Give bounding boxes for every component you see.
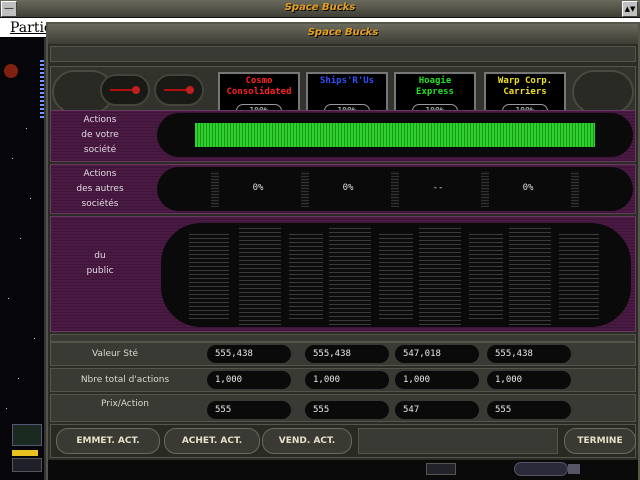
row-label: Prix/Action (100, 399, 149, 409)
button-spacer (358, 428, 558, 454)
planet-icon (4, 64, 18, 78)
buy-shares-button[interactable]: ACHET. ACT. (164, 428, 260, 454)
public-column (419, 225, 461, 325)
own-shares-track (157, 113, 633, 157)
slot-divider (211, 171, 219, 207)
company-name-line1: Cosmo (245, 76, 273, 86)
public-shares-track (161, 223, 631, 327)
table-cell: 547,018 (395, 345, 479, 363)
top-trim-bar (50, 46, 636, 62)
done-button[interactable]: TERMINE (564, 428, 636, 454)
window-size-button[interactable]: ▲▼ (622, 1, 638, 17)
public-column (469, 231, 503, 319)
company-name-line1: Hoagie (418, 76, 452, 86)
own-shares-bar (195, 123, 595, 147)
table-cell: 1,000 (207, 371, 291, 389)
public-column (289, 231, 323, 319)
space-bucks-dialog: Space Bucks Cosmo Consolidated Ships'R'U… (46, 22, 640, 480)
minus-icon[interactable] (568, 464, 580, 474)
others-value: 0% (522, 183, 534, 193)
ship-icon[interactable] (12, 458, 42, 472)
table-cell: 1,000 (487, 371, 571, 389)
table-cell: 555,438 (305, 345, 389, 363)
dialog-title: Space Bucks (307, 27, 379, 38)
telescope-icon[interactable] (12, 424, 42, 446)
public-column (509, 225, 551, 325)
table-cell: 1,000 (305, 371, 389, 389)
others-value: 0% (342, 183, 354, 193)
others-value: -- (432, 183, 444, 193)
ship-icon[interactable] (426, 463, 456, 475)
public-column (329, 225, 371, 325)
table-row: Nbre total d'actions 1,000 1,000 1,000 1… (50, 368, 636, 392)
row-label: Valeur Sté (91, 349, 139, 359)
row-label: Nbre total d'actions (80, 375, 170, 385)
table-row: Prix/Action 555 555 547 555 (50, 394, 636, 422)
table-cell: 555,438 (207, 345, 291, 363)
table-cell: 555 (305, 401, 389, 419)
table-cell: 555 (207, 401, 291, 419)
outer-window-title: Space Bucks (284, 2, 356, 13)
slot-divider (301, 171, 309, 207)
sell-shares-button[interactable]: VEND. ACT. (262, 428, 352, 454)
bottom-status-strip (48, 460, 638, 480)
public-shares-section: du public (50, 216, 636, 332)
table-cell: 555,438 (487, 345, 571, 363)
public-column (379, 231, 413, 319)
radar-icon[interactable] (514, 462, 568, 476)
table-cell: 547 (395, 401, 479, 419)
own-shares-section: Actions de votre société (50, 110, 636, 162)
slot-divider (481, 171, 489, 207)
public-shares-label: du public (86, 251, 114, 276)
gauge-icon (154, 74, 204, 106)
emit-shares-button[interactable]: EMMET. ACT. (56, 428, 160, 454)
others-shares-label: Actions des autres sociétés (76, 169, 124, 209)
public-column (189, 231, 229, 319)
others-value: 0% (252, 183, 264, 193)
company-name-line2: Express (416, 87, 454, 97)
divider-bar (50, 334, 636, 342)
slot-divider (571, 171, 579, 207)
table-cell: 1,000 (395, 371, 479, 389)
others-shares-track: 0% 0% -- 0% (157, 167, 633, 211)
gauge-strip (40, 58, 44, 118)
gauge-icon (100, 74, 150, 106)
dialog-title-bar: Space Bucks (48, 24, 638, 44)
status-indicator (12, 450, 38, 456)
company-name-line1: Ships'R'Us (319, 76, 375, 86)
header-right-cap (572, 70, 634, 114)
table-row: Valeur Sté 555,438 555,438 547,018 555,4… (50, 342, 636, 366)
starfield-background (0, 38, 46, 480)
company-name-line1: Warp Corp. (497, 76, 553, 86)
public-column (559, 231, 599, 319)
others-shares-section: Actions des autres sociétés 0% 0% -- 0% (50, 164, 636, 214)
outer-title-bar: — Space Bucks ▲▼ (0, 0, 640, 18)
table-cell: 555 (487, 401, 571, 419)
own-shares-label: Actions de votre société (81, 115, 119, 155)
company-name-line2: Consolidated (226, 87, 292, 97)
company-name-line2: Carriers (503, 87, 547, 97)
slot-divider (391, 171, 399, 207)
public-column (239, 225, 281, 325)
